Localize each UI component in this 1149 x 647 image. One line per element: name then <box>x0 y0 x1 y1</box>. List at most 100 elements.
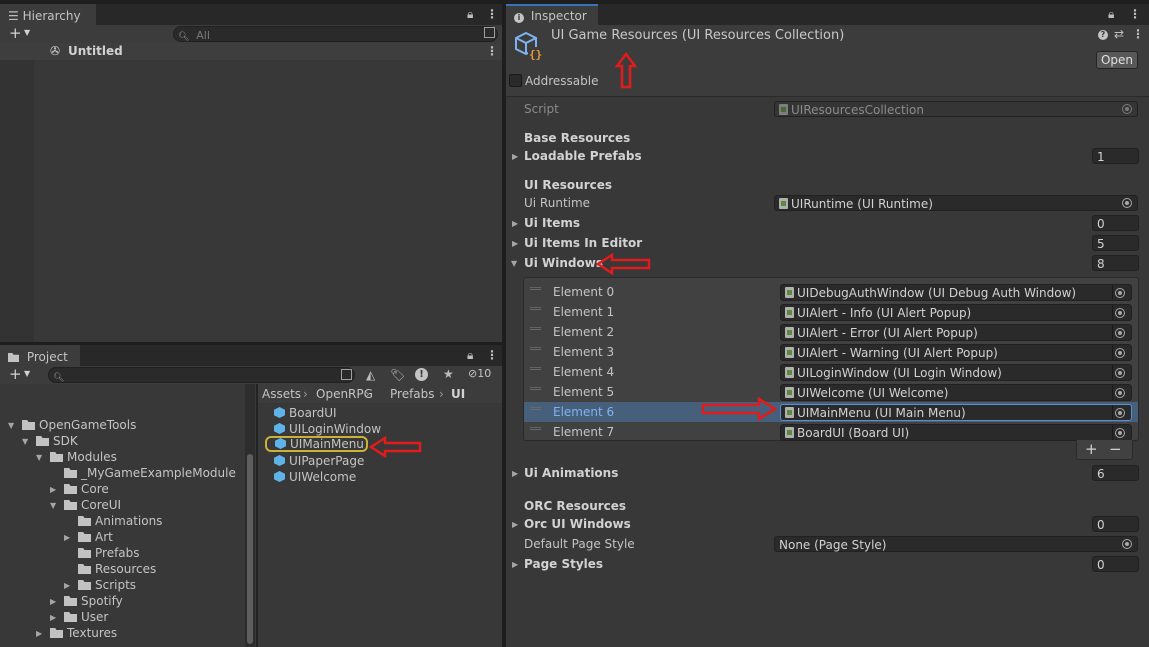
drag-handle-icon[interactable]: ══ <box>530 324 541 335</box>
list-item[interactable]: ══ Element 3 UIAlert - Warning (UI Alert P… <box>524 342 1138 362</box>
element-object-field[interactable]: UIDebugAuthWindow (UI Debug Auth Window) <box>780 284 1132 301</box>
expand-arrow-icon[interactable]: ▶ <box>512 239 518 248</box>
expand-arrow-icon[interactable]: ▶ <box>512 469 518 478</box>
loadable-prefabs-count[interactable]: 1 <box>1092 148 1139 164</box>
collapse-arrow-icon[interactable]: ▼ <box>50 501 56 510</box>
scene-row[interactable]: ✇ Untitled ⋮ <box>0 43 502 60</box>
drag-handle-icon[interactable]: ══ <box>530 364 541 375</box>
orc-windows-label[interactable]: Orc UI Windows <box>524 517 631 531</box>
ui-windows-label[interactable]: Ui Windows <box>524 256 603 270</box>
collapse-arrow-icon[interactable]: ▼ <box>8 421 14 430</box>
ui-animations-count[interactable]: 6 <box>1092 465 1139 481</box>
list-item[interactable]: ══ Element 5 UIWelcome (UI Welcome) <box>524 382 1138 402</box>
collapse-arrow-icon[interactable]: ▼ <box>36 453 42 462</box>
ui-animations-label[interactable]: Ui Animations <box>524 466 618 480</box>
warning-icon[interactable]: ! <box>415 368 428 381</box>
tree-scrollbar[interactable] <box>245 384 255 647</box>
drag-handle-icon[interactable]: ══ <box>530 284 541 295</box>
object-picker-icon[interactable] <box>1115 288 1125 298</box>
add-element-button[interactable]: + <box>1085 440 1098 458</box>
breadcrumb-prefabs[interactable]: Prefabs <box>390 387 435 401</box>
ui-items-count[interactable]: 0 <box>1092 215 1139 231</box>
ui-runtime-field[interactable]: UIRuntime (UI Runtime) <box>774 195 1138 211</box>
object-picker-icon[interactable] <box>1115 308 1125 318</box>
object-picker-icon[interactable] <box>1115 368 1125 378</box>
lock-icon[interactable]: 🔒︎ <box>467 348 473 363</box>
ui-items-editor-label[interactable]: Ui Items In Editor <box>524 236 642 250</box>
expand-arrow-icon[interactable]: ▶ <box>50 597 56 606</box>
object-picker-icon[interactable] <box>1115 428 1125 438</box>
list-item[interactable]: UIWelcome <box>274 470 356 484</box>
element-object-field[interactable]: UIAlert - Warning (UI Alert Popup) <box>780 344 1132 361</box>
breadcrumb-assets[interactable]: Assets <box>262 387 301 401</box>
list-item-selected[interactable]: ══ Element 6 UIMainMenu (UI Main Menu) <box>524 402 1138 422</box>
collapse-arrow-icon[interactable]: ▼ <box>22 437 28 446</box>
ui-windows-count[interactable]: 8 <box>1092 255 1139 271</box>
hierarchy-search-input[interactable]: 🔍︎ All <box>173 26 498 42</box>
page-styles-label[interactable]: Page Styles <box>524 557 603 571</box>
ui-items-label[interactable]: Ui Items <box>524 216 580 230</box>
page-styles-count[interactable]: 0 <box>1092 556 1139 572</box>
list-item[interactable]: ══ Element 2 UIAlert - Error (UI Alert Pop… <box>524 322 1138 342</box>
element-object-field[interactable]: BoardUI (Board UI) <box>780 424 1132 441</box>
more-icon[interactable]: ⋮ <box>1129 7 1141 21</box>
hidden-icon[interactable]: ⊘10 <box>468 367 491 380</box>
star-icon[interactable]: ★ <box>443 367 454 381</box>
more-icon[interactable]: ⋮ <box>486 7 498 21</box>
expand-arrow-icon[interactable]: ▶ <box>512 219 518 228</box>
object-picker-icon[interactable] <box>1115 388 1125 398</box>
default-page-style-field[interactable]: None (Page Style) <box>774 536 1138 552</box>
open-button[interactable]: Open <box>1096 51 1138 69</box>
object-picker-icon[interactable] <box>1115 348 1125 358</box>
breadcrumb-ui[interactable]: UI <box>451 387 465 401</box>
help-icon[interactable]: ? <box>1098 30 1108 40</box>
drag-handle-icon[interactable]: ══ <box>530 304 541 315</box>
chevron-down-icon[interactable]: ▼ <box>24 369 30 378</box>
project-search-input[interactable]: 🔍︎ <box>48 367 355 383</box>
expand-arrow-icon[interactable]: ▶ <box>50 613 56 622</box>
drag-handle-icon[interactable]: ══ <box>530 344 541 355</box>
expand-arrow-icon[interactable]: ▶ <box>512 152 518 161</box>
list-item[interactable]: BoardUI <box>274 406 337 420</box>
drag-handle-icon[interactable]: ══ <box>530 424 541 435</box>
element-object-field[interactable]: UIWelcome (UI Welcome) <box>780 384 1132 401</box>
tree-scrollbar-thumb[interactable] <box>247 454 253 644</box>
expand-arrow-icon[interactable]: ▶ <box>50 485 56 494</box>
lock-icon[interactable]: 🔒︎ <box>1108 7 1114 22</box>
tab-hierarchy[interactable]: ☰ Hierarchy <box>0 4 96 25</box>
expand-arrow-icon[interactable]: ▶ <box>512 560 518 569</box>
chevron-down-icon[interactable]: ▼ <box>24 28 30 37</box>
collapse-arrow-icon[interactable]: ▼ <box>511 259 517 268</box>
object-picker-icon[interactable] <box>1122 198 1132 208</box>
element-object-field[interactable]: UIAlert - Error (UI Alert Popup) <box>780 324 1132 341</box>
tab-project[interactable]: Project <box>0 345 80 366</box>
object-picker-icon[interactable] <box>1115 328 1125 338</box>
scene-more-icon[interactable]: ⋮ <box>486 44 498 58</box>
search-filter-icon[interactable] <box>341 369 352 380</box>
list-item[interactable]: ══ Element 1 UIAlert - Info (UI Alert Popu… <box>524 302 1138 322</box>
drag-handle-icon[interactable]: ══ <box>530 404 541 415</box>
orc-windows-count[interactable]: 0 <box>1092 516 1139 532</box>
list-item[interactable]: ══ Element 0 UIDebugAuthWindow (UI Debug A… <box>524 282 1138 302</box>
addressable-checkbox[interactable] <box>509 74 522 87</box>
search-filter-icon[interactable] <box>484 27 495 38</box>
add-icon[interactable]: + <box>9 24 22 42</box>
ui-items-editor-count[interactable]: 5 <box>1092 235 1139 251</box>
more-icon[interactable]: ⋮ <box>1132 27 1144 41</box>
remove-element-button[interactable]: − <box>1109 440 1122 458</box>
list-item[interactable]: ══ Element 4 UILoginWindow (UI Login Windo… <box>524 362 1138 382</box>
filter-type-icon[interactable]: ◭ <box>366 368 375 382</box>
loadable-prefabs-label[interactable]: Loadable Prefabs <box>524 149 642 163</box>
list-item[interactable]: UILoginWindow <box>274 422 381 436</box>
element-object-field[interactable]: UILoginWindow (UI Login Window) <box>780 364 1132 381</box>
expand-arrow-icon[interactable]: ▶ <box>36 629 42 638</box>
element-object-field[interactable]: UIMainMenu (UI Main Menu) <box>780 404 1132 421</box>
list-item[interactable]: ══ Element 7 BoardUI (Board UI) <box>524 422 1138 442</box>
add-icon[interactable]: + <box>9 365 22 383</box>
label-icon[interactable]: 🏷︎ <box>390 368 405 382</box>
more-icon[interactable]: ⋮ <box>486 348 498 362</box>
list-item[interactable]: UIPaperPage <box>274 454 364 468</box>
object-picker-icon[interactable] <box>1122 539 1132 549</box>
expand-arrow-icon[interactable]: ▶ <box>64 533 70 542</box>
list-item-selected[interactable]: UIMainMenu <box>265 436 368 452</box>
